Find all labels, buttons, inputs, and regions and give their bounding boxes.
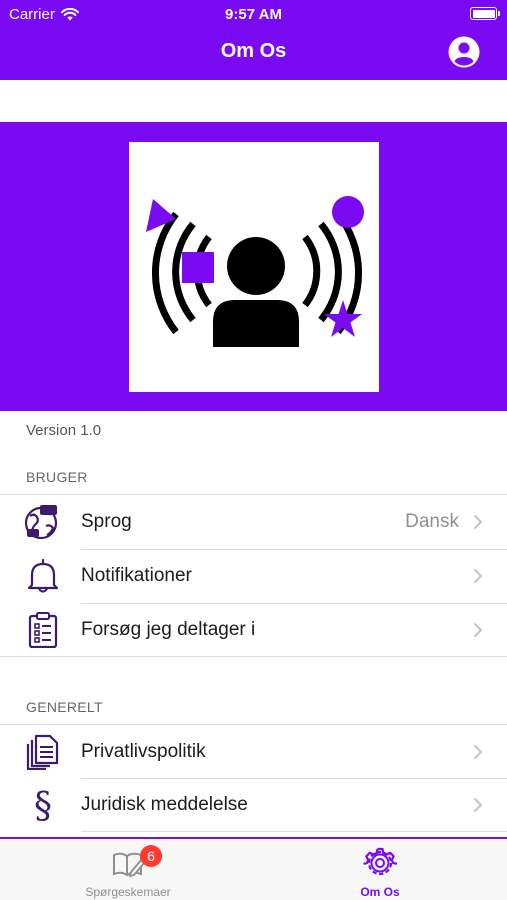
tab-label: Spørgeskemaer [85, 885, 171, 899]
gear-icon [363, 847, 397, 876]
settings-row-legal-notice[interactable]: § Juridisk meddelelse [0, 778, 507, 832]
clipboard-checklist-icon [28, 612, 58, 648]
section-header-user: BRUGER [26, 469, 88, 485]
globe-chat-icon [24, 505, 58, 540]
tab-questionnaires[interactable]: 6 Spørgeskemaer [40, 839, 216, 900]
chevron-right-icon [474, 745, 482, 759]
settings-row-privacy-policy[interactable]: Privatlivspolitik [0, 725, 507, 779]
version-label: Version 1.0 [26, 422, 102, 439]
tab-about-us[interactable]: Om Os [292, 839, 468, 900]
settings-row-label: Forsøg jeg deltager i [81, 619, 256, 640]
hero-banner [0, 122, 507, 411]
notification-badge: 6 [140, 845, 162, 867]
settings-row-language[interactable]: Sprog Dansk [0, 495, 507, 549]
chevron-right-icon [474, 515, 482, 529]
status-bar: Carrier 9:57 AM [0, 0, 507, 28]
page-title: Om Os [220, 40, 287, 62]
chevron-right-icon [474, 623, 482, 637]
settings-row-studies[interactable]: Forsøg jeg deltager i [0, 603, 507, 657]
settings-row-label: Notifikationer [81, 565, 192, 586]
divider [0, 656, 507, 657]
account-circle-icon[interactable] [448, 36, 480, 68]
screen: Carrier 9:57 AM Om Os Version 1.0 BRUGER… [0, 0, 507, 900]
person-broadcast-shapes-logo [146, 196, 364, 347]
navigation-bar: Carrier 9:57 AM Om Os [0, 0, 507, 80]
bell-icon [27, 558, 59, 593]
svg-text:§: § [34, 787, 52, 823]
language-value: Dansk [405, 511, 459, 532]
section-sign-icon: § [34, 787, 52, 823]
settings-row-label: Privatlivspolitik [81, 741, 206, 762]
settings-row-label: Juridisk meddelelse [81, 794, 248, 815]
app-logo [129, 142, 379, 392]
tab-bar: 6 Spørgeskemaer Om Os [0, 837, 507, 900]
documents-icon [26, 734, 59, 770]
clock: 9:57 AM [225, 6, 282, 23]
divider [81, 831, 507, 832]
settings-row-label: Sprog [81, 511, 132, 532]
section-header-general: GENERELT [26, 699, 103, 715]
chevron-right-icon [474, 569, 482, 583]
chevron-right-icon [474, 798, 482, 812]
tab-label: Om Os [360, 885, 400, 899]
battery-icon [470, 7, 500, 20]
settings-row-notifications[interactable]: Notifikationer [0, 549, 507, 603]
